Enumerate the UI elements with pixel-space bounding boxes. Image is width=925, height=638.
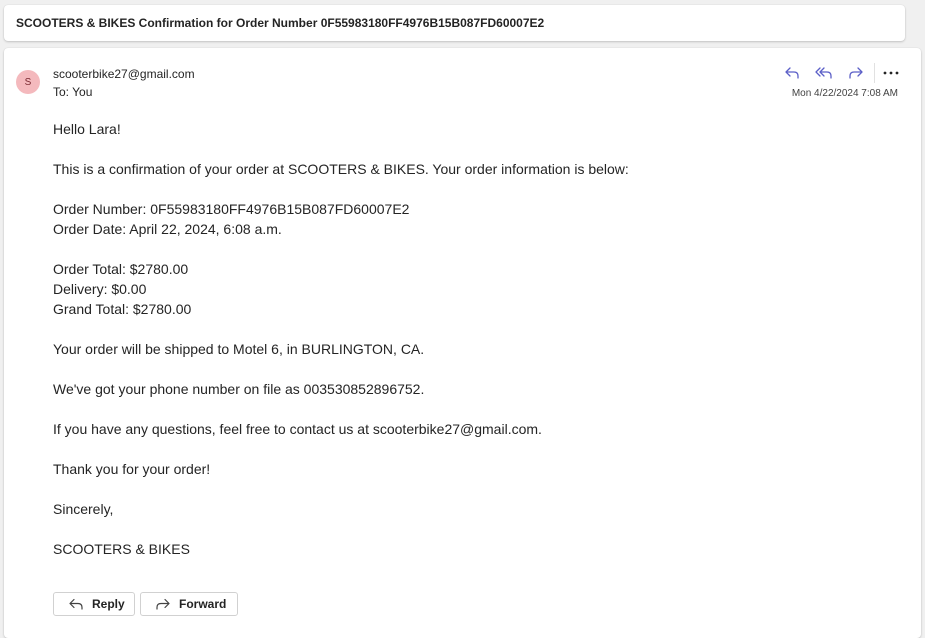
shipping-info: Your order will be shipped to Motel 6, i…	[53, 341, 425, 357]
greeting: Hello Lara!	[53, 121, 121, 137]
reply-icon	[785, 67, 799, 79]
message-body: Hello Lara! This is a confirmation of yo…	[53, 119, 893, 579]
order-number: Order Number: 0F55983180FF4976B15B087FD6…	[53, 201, 410, 217]
to-label: To:	[53, 85, 70, 99]
actions-divider	[874, 63, 875, 83]
subject-bar: SCOOTERS & BIKES Confirmation for Order …	[4, 5, 905, 41]
contact-info: If you have any questions, feel free to …	[53, 421, 542, 437]
email-subject: SCOOTERS & BIKES Confirmation for Order …	[16, 16, 545, 30]
order-details: Order Number: 0F55983180FF4976B15B087FD6…	[53, 199, 893, 239]
order-date: Order Date: April 22, 2024, 6:08 a.m.	[53, 221, 282, 237]
grand-total: Grand Total: $2780.00	[53, 301, 192, 317]
reply-button[interactable]: Reply	[53, 592, 135, 616]
reply-forward-row: Reply Forward	[53, 592, 238, 616]
delivery-cost: Delivery: $0.00	[53, 281, 147, 297]
forward-button[interactable]: Forward	[140, 592, 238, 616]
signature: SCOOTERS & BIKES	[53, 541, 190, 557]
reply-all-action-button[interactable]	[808, 62, 840, 84]
sender-avatar[interactable]: S	[16, 70, 40, 94]
avatar-initial: S	[24, 76, 32, 88]
sender-address[interactable]: scooterbike27@gmail.com	[53, 67, 195, 81]
forward-button-label: Forward	[179, 597, 227, 611]
message-timestamp: Mon 4/22/2024 7:08 AM	[791, 88, 898, 99]
thanks-text: Thank you for your order!	[53, 461, 211, 477]
reply-action-button[interactable]	[776, 62, 808, 84]
reply-button-label: Reply	[92, 597, 125, 611]
forward-action-button[interactable]	[840, 62, 872, 84]
message-card: S scooterbike27@gmail.com To: You Mon 4/…	[4, 48, 921, 638]
order-total: Order Total: $2780.00	[53, 261, 189, 277]
more-actions-button[interactable]	[879, 62, 903, 84]
to-value[interactable]: You	[72, 85, 92, 99]
forward-icon	[849, 67, 863, 79]
forward-icon	[156, 598, 170, 610]
recipient-line: To: You	[53, 85, 92, 99]
reply-icon	[69, 598, 83, 610]
message-actions	[776, 62, 903, 84]
phone-info: We've got your phone number on file as 0…	[53, 381, 425, 397]
order-totals: Order Total: $2780.00 Delivery: $0.00 Gr…	[53, 259, 893, 319]
intro-text: This is a confirmation of your order at …	[53, 161, 629, 177]
more-icon	[883, 71, 899, 75]
closing-text: Sincerely,	[53, 501, 114, 517]
reply-all-icon	[815, 67, 832, 79]
